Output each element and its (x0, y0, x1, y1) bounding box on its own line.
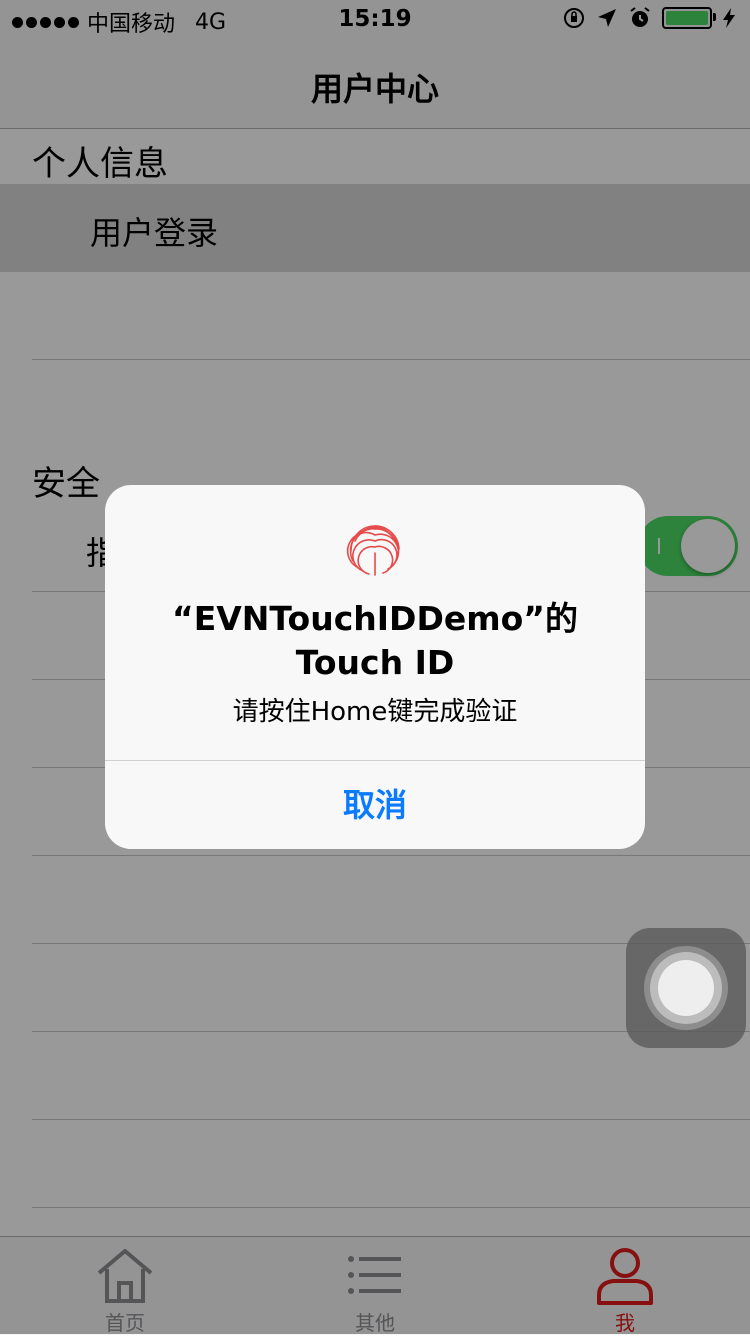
touch-id-alert: “EVNTouchIDDemo”的 Touch ID 请按住Home键完成验证 … (105, 485, 645, 849)
app-screen: 中国移动 4G 15:19 用户中心 个人信息 用户登录 安全 指 首页 其他 … (0, 0, 750, 1335)
alert-message: 请按住Home键完成验证 (232, 697, 518, 727)
assistive-touch-button[interactable] (626, 928, 746, 1048)
cancel-button[interactable]: 取消 (105, 761, 645, 849)
assistive-touch-center (658, 960, 714, 1016)
fingerprint-icon (346, 525, 400, 576)
alert-title: “EVNTouchIDDemo”的 Touch ID (172, 599, 578, 682)
